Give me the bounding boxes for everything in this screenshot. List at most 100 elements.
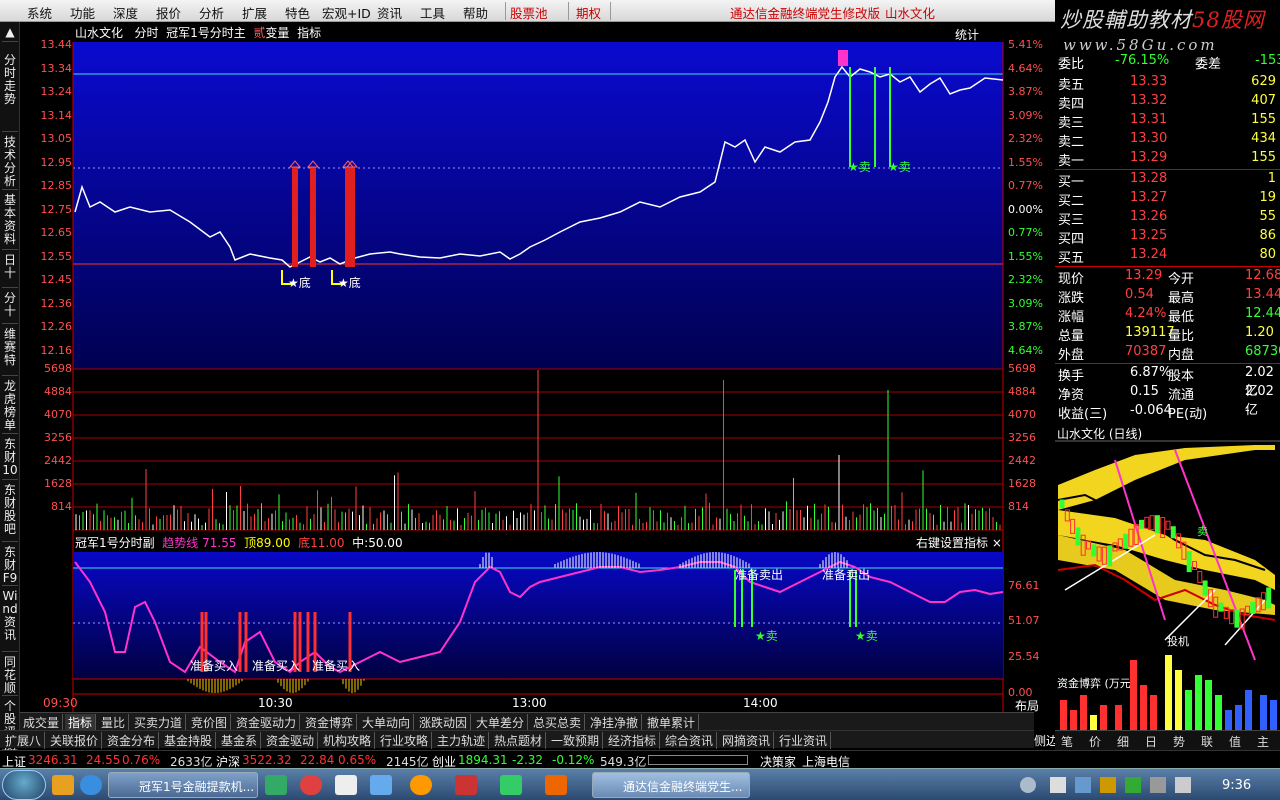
menu-quote[interactable]: 报价 xyxy=(156,3,181,22)
quote-price[interactable]: 13.27 xyxy=(1130,190,1167,205)
bottom-tab-6[interactable]: 资金博弈 xyxy=(302,714,358,731)
left-tab-wind[interactable]: Wind资讯 xyxy=(2,588,18,652)
extension-tab-13[interactable]: 网摘资讯 xyxy=(719,732,775,749)
quote-price[interactable]: 13.28 xyxy=(1130,171,1167,186)
menu-system[interactable]: 系统 xyxy=(27,3,52,22)
right-tab-4[interactable]: 势 xyxy=(1173,733,1185,750)
extension-tab-5[interactable]: 资金驱动 xyxy=(263,732,319,749)
extension-tab-10[interactable]: 一致预期 xyxy=(548,732,604,749)
app-icon-5[interactable] xyxy=(410,775,432,795)
right-tab-3[interactable]: 日 xyxy=(1145,733,1157,750)
menu-analysis[interactable]: 分析 xyxy=(199,3,224,22)
quote-stat-cell: 最低 xyxy=(1168,310,1195,325)
bottom-tab-0[interactable]: 成交量 xyxy=(20,714,64,731)
bottom-tab-11[interactable]: 净挂净撤 xyxy=(587,714,643,731)
network-icon[interactable] xyxy=(1150,777,1166,793)
menu-news[interactable]: 资讯 xyxy=(377,3,402,22)
left-tab-ths[interactable]: 同花顺 xyxy=(2,654,18,696)
app-icon-1[interactable] xyxy=(265,775,287,795)
explorer-icon[interactable] xyxy=(52,775,74,795)
right-tab-2[interactable]: 细 xyxy=(1117,733,1129,750)
menu-depth[interactable]: 深度 xyxy=(113,3,138,22)
extension-tab-9[interactable]: 热点题材 xyxy=(491,732,547,749)
tray-icon-4[interactable] xyxy=(1125,777,1141,793)
quote-price[interactable]: 13.33 xyxy=(1130,74,1167,89)
clock[interactable]: 9:36 xyxy=(1222,778,1251,793)
extension-tab-14[interactable]: 行业资讯 xyxy=(776,732,832,749)
price-pane[interactable] xyxy=(73,42,1003,369)
chart-option-2[interactable]: 变量 xyxy=(265,26,289,40)
extension-tab-0[interactable]: 扩展八 xyxy=(2,732,46,749)
stats-button[interactable]: 统计 xyxy=(955,26,979,43)
bottom-tab-7[interactable]: 大单动向 xyxy=(359,714,415,731)
tray-icon-2[interactable] xyxy=(1075,777,1091,793)
bottom-tab-3[interactable]: 买卖力道 xyxy=(131,714,187,731)
browser-icon[interactable] xyxy=(80,775,102,795)
extension-tab-2[interactable]: 资金分布 xyxy=(104,732,160,749)
app-icon-2[interactable] xyxy=(300,775,322,795)
bottom-tab-5[interactable]: 资金驱动力 xyxy=(233,714,301,731)
left-tab-dcf9[interactable]: 东财F9 xyxy=(2,544,18,586)
menu-help[interactable]: 帮助 xyxy=(463,3,488,22)
taskbar-item-tdx[interactable]: 通达信金融终端党生... xyxy=(592,772,750,798)
extension-tab-8[interactable]: 主力轨迹 xyxy=(434,732,490,749)
start-button[interactable] xyxy=(2,770,46,800)
quote-price[interactable]: 13.32 xyxy=(1130,93,1167,108)
right-tab-0[interactable]: 笔 xyxy=(1061,733,1073,750)
right-tab-7[interactable]: 主 xyxy=(1257,733,1269,750)
options-button[interactable]: 期权 xyxy=(576,3,601,22)
bottom-tab-1[interactable]: 指标 xyxy=(65,714,97,731)
extension-tab-3[interactable]: 基金持股 xyxy=(161,732,217,749)
quote-price[interactable]: 13.25 xyxy=(1130,228,1167,243)
tray-icon-1[interactable] xyxy=(1050,777,1066,793)
app-icon-3[interactable] xyxy=(335,775,357,795)
menu-function[interactable]: 功能 xyxy=(70,3,95,22)
bottom-tab-8[interactable]: 涨跌动因 xyxy=(416,714,472,731)
quote-price[interactable]: 13.31 xyxy=(1130,112,1167,127)
layout-button[interactable]: 布局 xyxy=(1015,697,1039,714)
help-tray-icon[interactable] xyxy=(1020,777,1036,793)
stock-pool-button[interactable]: 股票池 xyxy=(510,3,548,22)
chart-mode[interactable]: 分时 xyxy=(134,26,158,40)
quote-panel: 委比 -76.15% 委差 -1539 卖五 13.33 629 卖四 13.32 407 卖三 13… xyxy=(1055,50,1280,425)
quote-price[interactable]: 13.24 xyxy=(1130,247,1167,262)
bottom-tab-9[interactable]: 大单差分 xyxy=(473,714,529,731)
indicator-settings-hint[interactable]: 右键设置指标 × xyxy=(916,534,1002,551)
indicator-name[interactable]: 冠军1号分时副 xyxy=(75,536,155,550)
bottom-tab-10[interactable]: 总买总卖 xyxy=(530,714,586,731)
extension-tab-6[interactable]: 机构攻略 xyxy=(320,732,376,749)
app-icon-6[interactable] xyxy=(455,775,477,795)
right-tab-5[interactable]: 联 xyxy=(1201,733,1213,750)
menu-macro[interactable]: 宏观+ID xyxy=(322,3,371,22)
menu-special[interactable]: 特色 xyxy=(285,3,310,22)
taskbar-item-folder[interactable]: 冠军1号金融提款机... xyxy=(108,772,258,798)
extension-tab-7[interactable]: 行业攻略 xyxy=(377,732,433,749)
quote-price[interactable]: 13.30 xyxy=(1130,131,1167,146)
kline-chart[interactable]: 卖 投机 资金博弈 (万元) xyxy=(1055,440,1280,730)
extension-tab-11[interactable]: 经济指标 xyxy=(605,732,661,749)
bottom-tab-4[interactable]: 竞价图 xyxy=(188,714,232,731)
app-icon-4[interactable] xyxy=(370,775,392,795)
quote-price[interactable]: 13.26 xyxy=(1130,209,1167,224)
bottom-tab-12[interactable]: 撤单累计 xyxy=(644,714,700,731)
chart-indicator-name[interactable]: 冠军1号分时主 xyxy=(166,26,246,40)
volume-icon[interactable] xyxy=(1175,777,1191,793)
close-icon[interactable]: × xyxy=(992,536,1002,550)
left-tab-fundamental[interactable]: 基本资料 xyxy=(2,192,18,250)
main-chart-area[interactable]: ★底 ★底★卖 ★卖 准备买入 准备买入 准备买入准备卖出 准备卖出★卖 ★卖 xyxy=(20,22,1055,712)
menu-tools[interactable]: 工具 xyxy=(420,3,445,22)
extension-tab-12[interactable]: 综合资讯 xyxy=(662,732,718,749)
right-tab-1[interactable]: 价 xyxy=(1089,733,1101,750)
tray-icon-3[interactable] xyxy=(1100,777,1116,793)
right-tab-6[interactable]: 值 xyxy=(1229,733,1241,750)
app-icon-7[interactable] xyxy=(500,775,522,795)
quote-price[interactable]: 13.29 xyxy=(1130,150,1167,165)
extension-tab-4[interactable]: 基金系 xyxy=(218,732,262,749)
app-icon-8[interactable] xyxy=(545,775,567,795)
chart-option-1[interactable]: 贰 xyxy=(253,26,265,40)
extension-tab-1[interactable]: 关联报价 xyxy=(47,732,103,749)
bottom-tab-2[interactable]: 量比 xyxy=(98,714,130,731)
volume-tick: 5698 xyxy=(44,362,72,375)
chart-option-3[interactable]: 指标 xyxy=(297,26,321,40)
menu-extend[interactable]: 扩展 xyxy=(242,3,267,22)
